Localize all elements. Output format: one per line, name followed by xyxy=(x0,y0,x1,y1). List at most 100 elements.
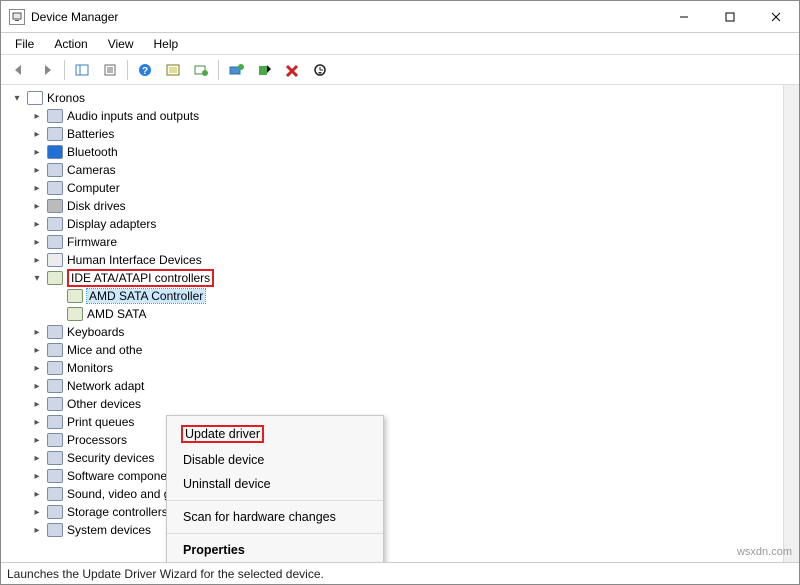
tree-item-monitors[interactable]: ▸ Monitors xyxy=(31,359,799,377)
context-uninstall-device[interactable]: Uninstall device xyxy=(167,472,383,496)
context-properties[interactable]: Properties xyxy=(167,538,383,562)
chevron-right-icon[interactable]: ▸ xyxy=(31,237,43,248)
tree-item-label: Storage controllers xyxy=(67,505,168,519)
tree-item-batteries[interactable]: ▸ Batteries xyxy=(31,125,799,143)
toolbar-scan-button[interactable] xyxy=(188,58,214,82)
chevron-right-icon[interactable]: ▸ xyxy=(31,165,43,176)
chevron-right-icon[interactable]: ▸ xyxy=(31,525,43,536)
tree-item-label: Monitors xyxy=(67,361,113,375)
titlebar: Device Manager xyxy=(1,1,799,33)
toolbar-help-button[interactable]: ? xyxy=(132,58,158,82)
chevron-right-icon[interactable]: ▸ xyxy=(31,219,43,230)
context-separator xyxy=(167,533,383,534)
disk-icon xyxy=(47,199,63,213)
chevron-right-icon[interactable]: ▸ xyxy=(31,507,43,518)
toolbar-properties-button[interactable] xyxy=(97,58,123,82)
chevron-right-icon[interactable]: ▸ xyxy=(31,129,43,140)
context-disable-device[interactable]: Disable device xyxy=(167,448,383,472)
chevron-right-icon[interactable]: ▸ xyxy=(31,399,43,410)
chevron-right-icon[interactable]: ▸ xyxy=(31,489,43,500)
tree-item-print[interactable]: ▸ Print queues xyxy=(31,413,799,431)
tree-item-ide[interactable]: ▾IDE ATA/ATAPI controllers xyxy=(31,269,799,287)
chevron-right-icon[interactable]: ▸ xyxy=(31,201,43,212)
app-icon xyxy=(9,9,25,25)
tree-item-ide-child-selected[interactable]: AMD SATA Controller xyxy=(51,287,799,305)
toolbar-update-driver-button[interactable] xyxy=(223,58,249,82)
tree-item-display[interactable]: ▸ Display adapters xyxy=(31,215,799,233)
camera-icon xyxy=(47,163,63,177)
tree-item-label: Human Interface Devices xyxy=(67,253,202,267)
audio-icon xyxy=(47,109,63,123)
tree-item-label: Batteries xyxy=(67,127,114,141)
toolbar-action2-button[interactable] xyxy=(307,58,333,82)
tree-item-sound[interactable]: ▸Sound, video and game controllers xyxy=(31,485,799,503)
chevron-right-icon[interactable]: ▸ xyxy=(31,147,43,158)
tree-item-computer[interactable]: ▸Computer xyxy=(31,179,799,197)
tree-content[interactable]: ▾ Kronos ▸Audio inputs and outputs ▸ Batt… xyxy=(1,85,799,562)
toolbar-disable-button[interactable] xyxy=(251,58,277,82)
context-update-driver[interactable]: Update driver xyxy=(167,420,383,448)
tree-item-storage[interactable]: ▸ Storage controllers xyxy=(31,503,799,521)
chevron-right-icon[interactable]: ▸ xyxy=(31,417,43,428)
toolbar-uninstall-button[interactable] xyxy=(279,58,305,82)
tree-item-audio[interactable]: ▸Audio inputs and outputs xyxy=(31,107,799,125)
toolbar-back-button[interactable] xyxy=(6,58,32,82)
window-title: Device Manager xyxy=(31,10,118,24)
chevron-right-icon[interactable]: ▸ xyxy=(31,255,43,266)
tree-item-disks[interactable]: ▸ Disk drives xyxy=(31,197,799,215)
minimize-button[interactable] xyxy=(661,1,707,33)
tree-item-mice[interactable]: ▸Mice and othe xyxy=(31,341,799,359)
tree-item-processors[interactable]: ▸Processors xyxy=(31,431,799,449)
tree-item-hid[interactable]: ▸ Human Interface Devices xyxy=(31,251,799,269)
tree-item-ide-child[interactable]: AMD SATA xyxy=(51,305,799,323)
chevron-right-icon[interactable]: ▸ xyxy=(31,381,43,392)
menu-view[interactable]: View xyxy=(100,35,142,53)
keyboard-icon xyxy=(47,325,63,339)
close-button[interactable] xyxy=(753,1,799,33)
tree-item-keyboards[interactable]: ▸Keyboards xyxy=(31,323,799,341)
device-tree: ▾ Kronos ▸Audio inputs and outputs ▸ Batt… xyxy=(7,89,799,539)
tree-item-security[interactable]: ▸Security devices xyxy=(31,449,799,467)
tree-item-label: Network adapt xyxy=(67,379,144,393)
chevron-down-icon[interactable]: ▾ xyxy=(11,93,23,104)
tree-item-cameras[interactable]: ▸Cameras xyxy=(31,161,799,179)
tree-item-software[interactable]: ▸Software components xyxy=(31,467,799,485)
tree-item-bluetooth[interactable]: ▸ Bluetooth xyxy=(31,143,799,161)
tree-root[interactable]: ▾ Kronos xyxy=(11,89,799,107)
display-icon xyxy=(47,217,63,231)
tree-item-label: Display adapters xyxy=(67,217,156,231)
menu-action[interactable]: Action xyxy=(46,35,95,53)
chevron-right-icon[interactable]: ▸ xyxy=(31,327,43,338)
tree-item-network[interactable]: ▸ Network adapt xyxy=(31,377,799,395)
tree-item-system[interactable]: ▸System devices xyxy=(31,521,799,539)
computer-icon xyxy=(27,91,43,105)
tree-item-firmware[interactable]: ▸Firmware xyxy=(31,233,799,251)
menu-help[interactable]: Help xyxy=(146,35,187,53)
chevron-right-icon[interactable]: ▸ xyxy=(31,435,43,446)
chevron-right-icon[interactable]: ▸ xyxy=(31,453,43,464)
chevron-right-icon[interactable]: ▸ xyxy=(31,345,43,356)
watermark: wsxdn.com xyxy=(737,546,792,558)
toolbar-show-hide-button[interactable] xyxy=(69,58,95,82)
tree-item-other[interactable]: ▸Other devices xyxy=(31,395,799,413)
maximize-button[interactable] xyxy=(707,1,753,33)
chevron-down-icon[interactable]: ▾ xyxy=(31,273,43,284)
security-icon xyxy=(47,451,63,465)
menu-file[interactable]: File xyxy=(7,35,42,53)
chevron-right-icon[interactable]: ▸ xyxy=(31,183,43,194)
network-icon xyxy=(47,379,63,393)
toolbar-action1-button[interactable] xyxy=(160,58,186,82)
battery-icon xyxy=(47,127,63,141)
mouse-icon xyxy=(47,343,63,357)
software-icon xyxy=(47,469,63,483)
toolbar-forward-button[interactable] xyxy=(34,58,60,82)
tree-item-label: Print queues xyxy=(67,415,134,429)
chevron-right-icon[interactable]: ▸ xyxy=(31,111,43,122)
menubar: File Action View Help xyxy=(1,33,799,55)
context-scan-hardware[interactable]: Scan for hardware changes xyxy=(167,505,383,529)
chevron-right-icon[interactable]: ▸ xyxy=(31,363,43,374)
vertical-scrollbar[interactable] xyxy=(783,85,799,562)
tree-item-label: Bluetooth xyxy=(67,145,118,159)
chevron-right-icon[interactable]: ▸ xyxy=(31,471,43,482)
tree-item-label: Disk drives xyxy=(67,199,126,213)
